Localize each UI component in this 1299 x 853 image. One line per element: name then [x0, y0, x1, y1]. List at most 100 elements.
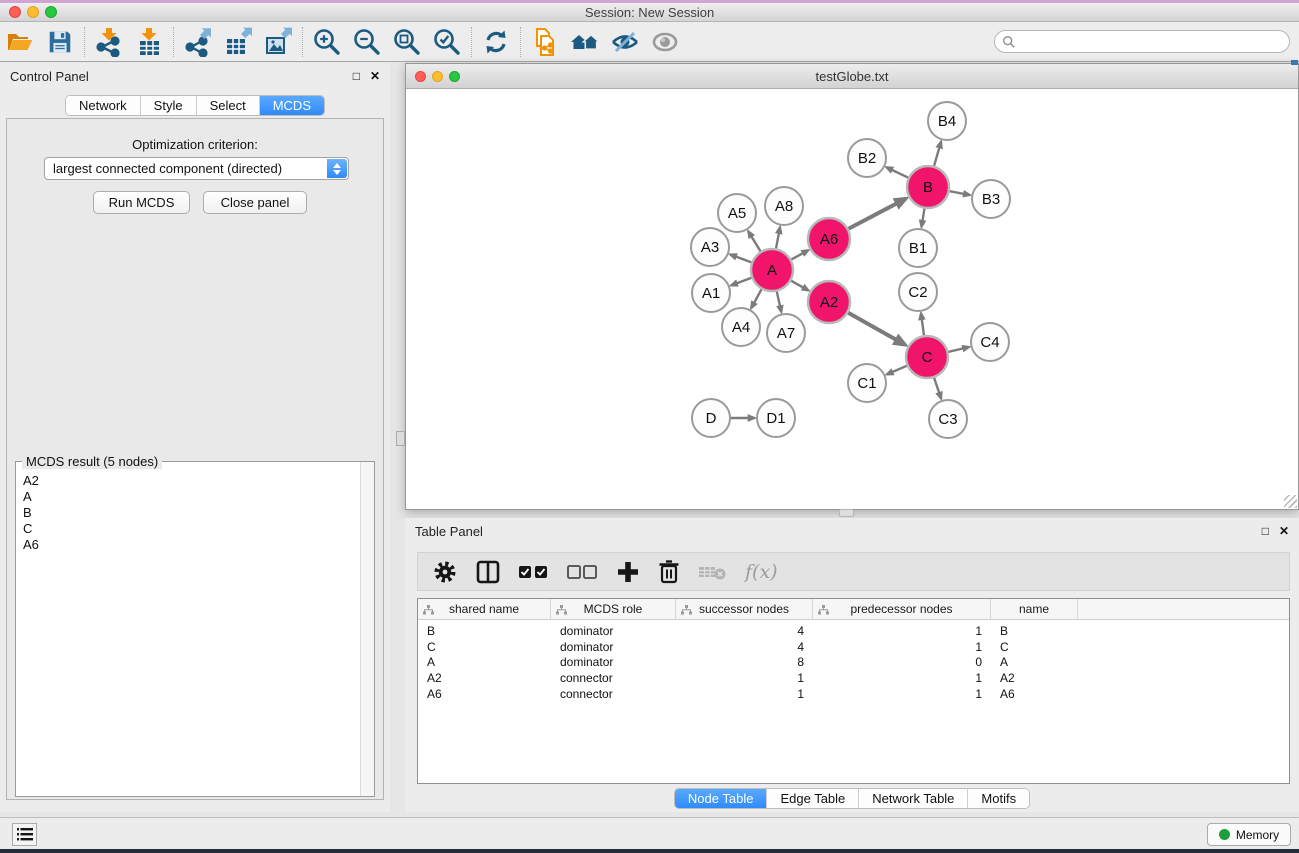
left-splitter-grip[interactable]	[396, 431, 405, 446]
show-columns-button[interactable]	[475, 557, 501, 587]
zoom-fit-button[interactable]	[387, 25, 427, 59]
zoom-out-button[interactable]	[347, 25, 387, 59]
export-table-button[interactable]	[218, 25, 258, 59]
toolbar-separator	[302, 27, 303, 57]
save-session-button[interactable]	[40, 25, 80, 59]
graph-node-A1[interactable]: A1	[692, 274, 730, 312]
search-input[interactable]	[1016, 31, 1289, 52]
table-row[interactable]: Cdominator41C	[418, 639, 1289, 655]
table-row[interactable]: A6connector11A6	[418, 686, 1289, 702]
node-label: C	[922, 349, 933, 366]
select-all-button[interactable]	[518, 557, 550, 587]
graph-node-A6[interactable]: A6	[808, 218, 850, 260]
tab-select[interactable]: Select	[197, 96, 260, 115]
result-item[interactable]: A2	[23, 473, 359, 489]
graph-node-D1[interactable]: D1	[757, 399, 795, 437]
graph-node-B1[interactable]: B1	[899, 229, 937, 267]
table-panel: Table Panel □ ✕ f(x) shared n	[405, 518, 1299, 812]
edge-A2-C[interactable]	[845, 311, 905, 345]
graph-node-C4[interactable]: C4	[971, 323, 1009, 361]
graph-node-A5[interactable]: A5	[718, 194, 756, 232]
result-item[interactable]: B	[23, 505, 359, 521]
run-mcds-button[interactable]: Run MCDS	[93, 191, 190, 214]
graph-node-B4[interactable]: B4	[928, 102, 966, 140]
node-label: D	[706, 410, 717, 427]
network-window-titlebar[interactable]: testGlobe.txt	[406, 64, 1298, 89]
import-table-button[interactable]	[129, 25, 169, 59]
zoom-selected-button[interactable]	[427, 25, 467, 59]
graph-node-A2[interactable]: A2	[808, 281, 850, 323]
column-header-mcds-role[interactable]: MCDS role	[551, 599, 676, 619]
graph-node-C3[interactable]: C3	[929, 400, 967, 438]
table-row[interactable]: A2connector11A2	[418, 670, 1289, 686]
result-item[interactable]: C	[23, 521, 359, 537]
table-header-row: shared name MCDS role successor nodes pr…	[418, 599, 1289, 620]
control-panel: Control Panel □ ✕ Network Style Select M…	[0, 63, 390, 812]
window-resize-grip[interactable]	[1284, 495, 1297, 508]
result-scrollbar[interactable]	[360, 462, 374, 796]
horizontal-splitter-grip[interactable]	[839, 509, 854, 517]
task-history-button[interactable]	[12, 823, 37, 846]
tab-mcds[interactable]: MCDS	[260, 96, 324, 115]
table-row[interactable]: Adominator80A	[418, 654, 1289, 670]
graph-node-A[interactable]: A	[751, 249, 793, 291]
column-header-shared-name[interactable]: shared name	[418, 599, 551, 619]
tab-network[interactable]: Network	[66, 96, 141, 115]
graph-node-A4[interactable]: A4	[722, 308, 760, 346]
tab-motifs[interactable]: Motifs	[968, 789, 1029, 808]
columns-icon	[475, 559, 501, 585]
graph-node-C2[interactable]: C2	[899, 273, 937, 311]
memory-status-icon	[1219, 829, 1230, 840]
main-toolbar	[0, 22, 1299, 62]
deselect-all-button[interactable]	[567, 557, 599, 587]
close-panel-button[interactable]: Close panel	[203, 191, 307, 214]
criterion-select[interactable]: largest connected component (directed)	[44, 157, 349, 180]
tab-network-table[interactable]: Network Table	[859, 789, 968, 808]
graph-node-B2[interactable]: B2	[848, 139, 886, 177]
export-table-icon	[223, 27, 253, 57]
column-header-successor-nodes[interactable]: successor nodes	[676, 599, 813, 619]
export-image-button[interactable]	[258, 25, 298, 59]
result-item[interactable]: A6	[23, 537, 359, 553]
graph-node-A3[interactable]: A3	[691, 228, 729, 266]
zoom-out-icon	[351, 26, 383, 58]
tab-node-table[interactable]: Node Table	[675, 789, 768, 808]
node-label: B1	[909, 240, 927, 257]
node-label: B2	[858, 150, 876, 167]
graph-node-C[interactable]: C	[906, 336, 948, 378]
show-all-button[interactable]	[645, 25, 685, 59]
graph-node-A7[interactable]: A7	[767, 314, 805, 352]
delete-column-button[interactable]	[657, 557, 681, 587]
column-header-name[interactable]: name	[991, 599, 1078, 619]
checked-boxes-icon	[518, 564, 550, 580]
close-panel-icon[interactable]: ✕	[370, 69, 380, 83]
import-network-button[interactable]	[89, 25, 129, 59]
result-item[interactable]: A	[23, 489, 359, 505]
float-panel-icon[interactable]: □	[353, 69, 360, 83]
first-neighbors-button[interactable]	[565, 25, 605, 59]
tab-edge-table[interactable]: Edge Table	[767, 789, 859, 808]
graph-node-A8[interactable]: A8	[765, 187, 803, 225]
hide-selected-button[interactable]	[605, 25, 645, 59]
edge-A6-B[interactable]	[845, 199, 906, 231]
graph-node-B[interactable]: B	[907, 166, 949, 208]
export-network-button[interactable]	[178, 25, 218, 59]
graph-node-C1[interactable]: C1	[848, 364, 886, 402]
graph-node-D[interactable]: D	[692, 399, 730, 437]
table-float-panel-icon[interactable]: □	[1262, 524, 1269, 538]
memory-button[interactable]: Memory	[1207, 823, 1291, 846]
edge-B-B4[interactable]	[933, 142, 941, 170]
table-settings-button[interactable]	[432, 557, 458, 587]
graph-node-B3[interactable]: B3	[972, 180, 1010, 218]
table-close-panel-icon[interactable]: ✕	[1279, 524, 1289, 538]
table-row[interactable]: Bdominator41B	[418, 623, 1289, 639]
column-header-predecessor-nodes[interactable]: predecessor nodes	[813, 599, 991, 619]
zoom-in-button[interactable]	[307, 25, 347, 59]
network-graph-canvas[interactable]: B4 B2 B B3 A8A5 A6 A3 B1 A A1 C2 A2 A4A7 C4 C C1 C3 D D1	[406, 89, 1298, 509]
refresh-button[interactable]	[476, 25, 516, 59]
add-column-button[interactable]	[616, 557, 640, 587]
open-session-button[interactable]	[0, 25, 40, 59]
tab-style[interactable]: Style	[141, 96, 197, 115]
new-network-from-selection-button[interactable]	[525, 25, 565, 59]
refresh-icon	[481, 27, 511, 57]
